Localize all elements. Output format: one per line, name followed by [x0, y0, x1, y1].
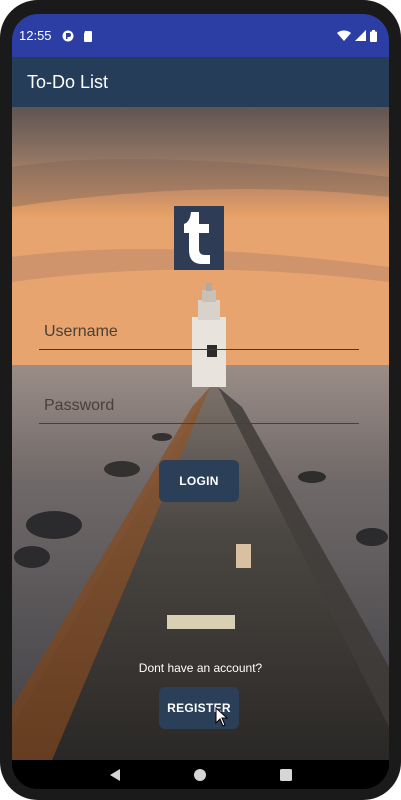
app-bar: To-Do List	[12, 57, 389, 107]
status-bar: 12:55	[12, 14, 389, 57]
home-icon[interactable]	[193, 768, 207, 782]
signal-icon	[355, 30, 366, 41]
app-title: To-Do List	[27, 71, 109, 92]
status-right-icons	[337, 29, 377, 42]
phone-frame: 12:55 To-Do List Username LOGIN Dont hav…	[0, 0, 401, 800]
tumblr-logo	[174, 206, 224, 270]
username-field[interactable]	[39, 310, 359, 350]
screen: 12:55 To-Do List Username LOGIN Dont hav…	[12, 14, 389, 789]
battery-icon	[370, 29, 377, 42]
status-time: 12:55	[19, 28, 52, 43]
pocket-casts-icon	[62, 30, 74, 41]
login-button[interactable]: LOGIN	[159, 460, 239, 502]
register-prompt: Dont have an account?	[138, 661, 263, 675]
wifi-icon	[337, 29, 351, 41]
logo-letter-icon	[184, 212, 210, 264]
password-field[interactable]	[39, 384, 359, 424]
navigation-bar	[12, 760, 389, 789]
login-screen: LOGIN Dont have an account? REGISTER	[12, 107, 389, 760]
mouse-pointer-icon	[215, 707, 229, 727]
back-icon[interactable]	[108, 768, 122, 782]
sd-card-icon	[83, 30, 92, 42]
recents-icon[interactable]	[279, 768, 293, 782]
